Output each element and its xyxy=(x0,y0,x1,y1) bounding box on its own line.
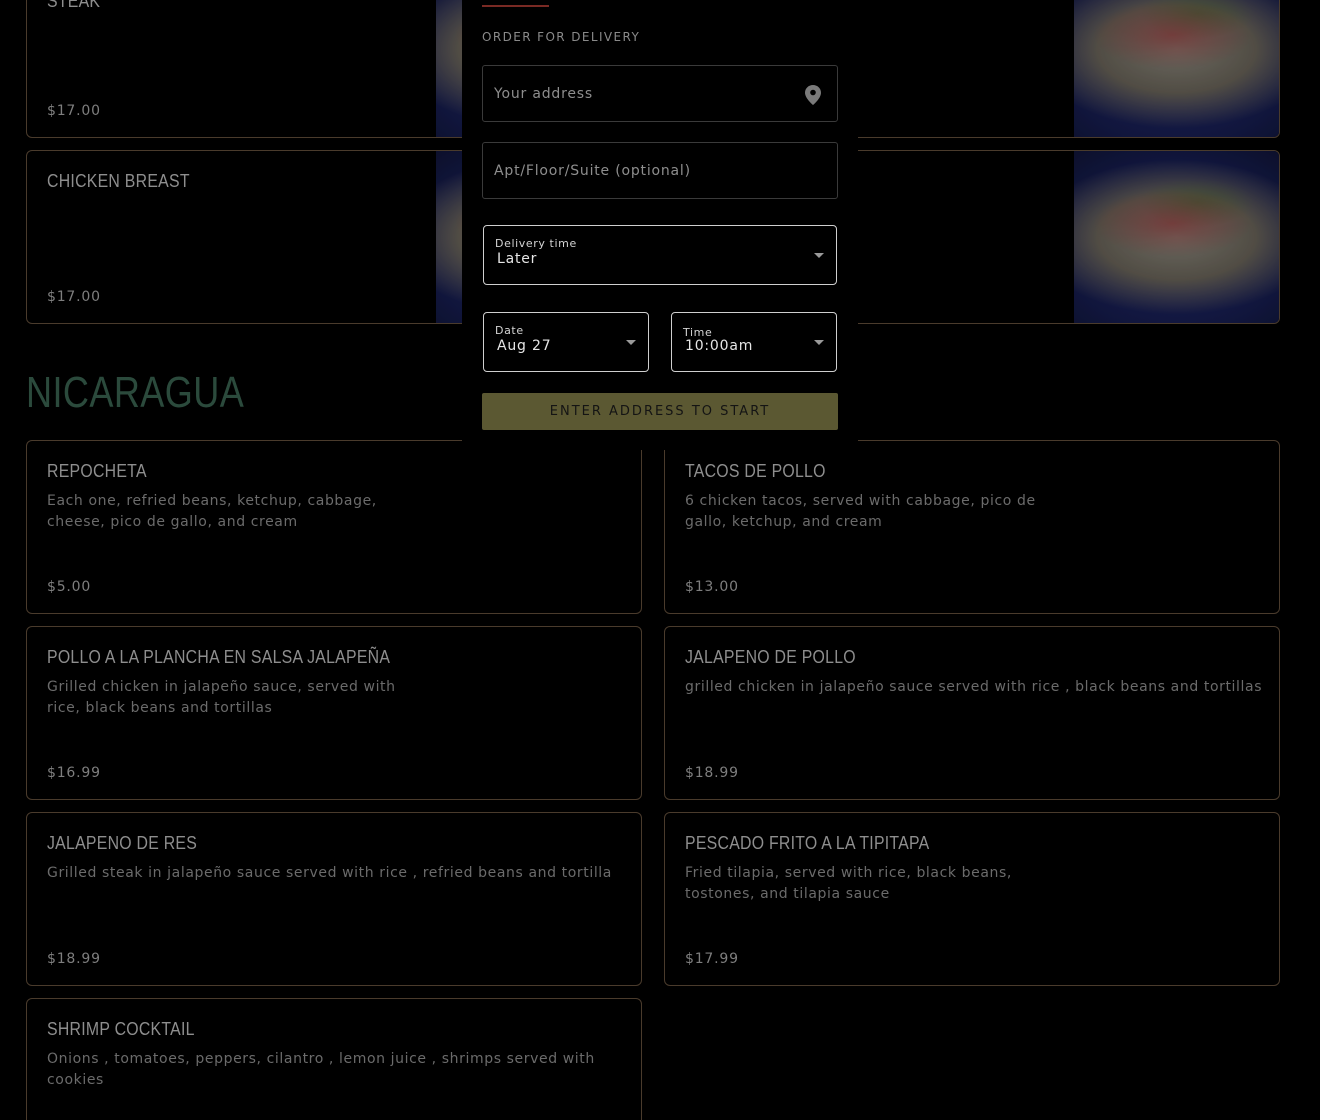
section-title: NICARAGUA xyxy=(26,368,245,417)
page: Steak $17.00 Chicken Breast $17.00 NICAR… xyxy=(0,0,1320,1120)
menu-item-description: Each one, refried beans, ketchup, cabbag… xyxy=(47,493,377,530)
menu-item-name: Jalapeno de pollo xyxy=(685,647,856,667)
time-select[interactable]: Time 10:00am xyxy=(671,312,837,372)
location-pin-icon xyxy=(805,85,821,105)
time-value: 10:00am xyxy=(685,338,754,354)
date-select[interactable]: Date Aug 27 xyxy=(483,312,649,372)
delivery-time-select[interactable]: Delivery time Later xyxy=(483,225,837,285)
menu-item-price: $16.99 xyxy=(47,765,101,781)
address-placeholder: Your address xyxy=(494,85,593,102)
menu-item-description: Grilled steak in jalapeño sauce served w… xyxy=(47,865,612,881)
address-field[interactable]: Your address xyxy=(482,65,838,122)
menu-item-description: Grilled chicken in jalapeño sauce, serve… xyxy=(47,679,396,716)
menu-item-card[interactable]: Repocheta Each one, refried beans, ketch… xyxy=(26,440,642,614)
chevron-down-icon xyxy=(626,340,636,345)
date-label: Date xyxy=(495,324,524,337)
menu-item-photo xyxy=(1074,151,1279,323)
menu-item-name: Jalapeno de res xyxy=(47,833,198,853)
menu-item-name: Chicken Breast xyxy=(47,171,190,191)
chevron-down-icon xyxy=(814,340,824,345)
menu-item-price: $17.99 xyxy=(685,951,739,967)
delivery-time-label: Delivery time xyxy=(495,237,577,250)
menu-item-price: $17.00 xyxy=(47,103,101,119)
menu-item-name: Pescado frito a la tipitapa xyxy=(685,833,930,853)
apt-field[interactable]: Apt/Floor/Suite (optional) xyxy=(482,142,838,199)
menu-item-card[interactable]: Tacos de pollo 6 chicken tacos, served w… xyxy=(664,440,1280,614)
menu-item-photo xyxy=(1074,0,1279,137)
delivery-time-value: Later xyxy=(497,251,538,267)
menu-item-card[interactable]: Shrimp cocktail Onions , tomatoes, peppe… xyxy=(26,998,642,1120)
menu-item-price: $18.99 xyxy=(47,951,101,967)
menu-item-price: $18.99 xyxy=(685,765,739,781)
chevron-down-icon xyxy=(814,253,824,258)
menu-item-description: 6 chicken tacos, served with cabbage, pi… xyxy=(685,493,1036,530)
menu-item-name: Pollo a la plancha en salsa jalapeña xyxy=(47,647,391,667)
menu-item-name: Steak xyxy=(47,0,101,11)
menu-item-price: $5.00 xyxy=(47,579,92,595)
menu-item-description: Fried tilapia, served with rice, black b… xyxy=(685,865,1012,902)
menu-item-card[interactable]: Pescado frito a la tipitapa Fried tilapi… xyxy=(664,812,1280,986)
menu-item-description: grilled chicken in jalapeño sauce served… xyxy=(685,679,1263,695)
delivery-tab-indicator xyxy=(482,5,549,7)
menu-item-name: Shrimp cocktail xyxy=(47,1019,195,1039)
menu-item-description: Onions , tomatoes, peppers, cilantro , l… xyxy=(47,1051,595,1088)
delivery-modal: ORDER FOR DELIVERY Your address Apt/Floo… xyxy=(462,0,858,450)
modal-heading: ORDER FOR DELIVERY xyxy=(482,30,641,44)
enter-address-button[interactable]: ENTER ADDRESS TO START xyxy=(482,393,838,430)
menu-item-name: Tacos de pollo xyxy=(685,461,826,481)
menu-item-card[interactable]: Jalapeno de res Grilled steak in jalapeñ… xyxy=(26,812,642,986)
menu-item-name: Repocheta xyxy=(47,461,147,481)
menu-item-card[interactable]: Jalapeno de pollo grilled chicken in jal… xyxy=(664,626,1280,800)
menu-item-price: $17.00 xyxy=(47,289,101,305)
date-value: Aug 27 xyxy=(497,338,552,354)
apt-placeholder: Apt/Floor/Suite (optional) xyxy=(494,162,691,179)
menu-item-price: $13.00 xyxy=(685,579,739,595)
menu-item-card[interactable]: Pollo a la plancha en salsa jalapeña Gri… xyxy=(26,626,642,800)
